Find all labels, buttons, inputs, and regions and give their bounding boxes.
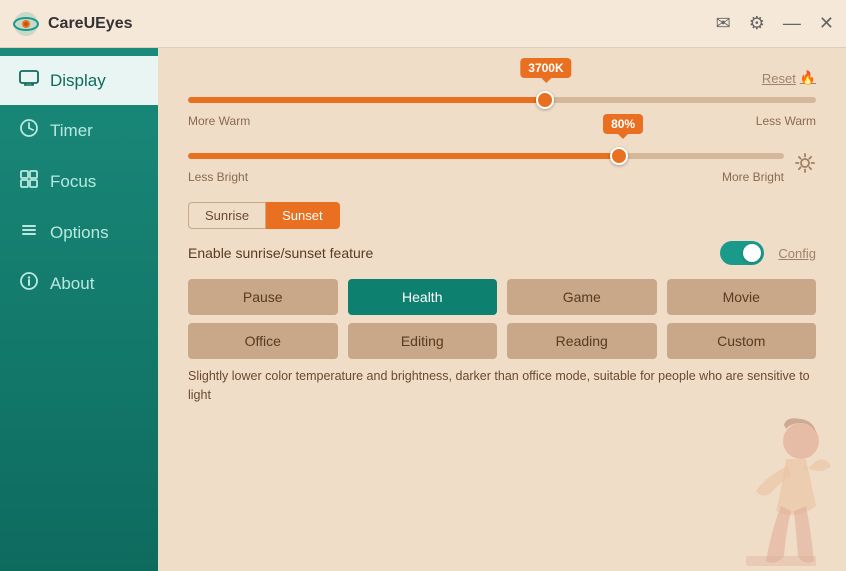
options-icon bbox=[18, 221, 40, 244]
reset-icon: 🔥 bbox=[800, 70, 816, 86]
sunrise-tabs: Sunrise Sunset bbox=[188, 202, 816, 229]
reset-button[interactable]: Reset 🔥 bbox=[762, 70, 816, 86]
sidebar-options-label: Options bbox=[50, 223, 109, 243]
title-bar: CareUEyes ✉ ⚙ — ✕ bbox=[0, 0, 846, 48]
close-icon[interactable]: ✕ bbox=[819, 13, 834, 34]
bright-tooltip: 80% bbox=[603, 114, 643, 134]
more-warm-label: More Warm bbox=[188, 114, 250, 128]
sunrise-tab[interactable]: Sunrise bbox=[188, 202, 266, 229]
mail-icon[interactable]: ✉ bbox=[716, 13, 731, 34]
mode-btn-editing[interactable]: Editing bbox=[348, 323, 498, 359]
sidebar-item-focus[interactable]: Focus bbox=[0, 156, 158, 207]
bright-slider-wrap: 80% Less Bright More Bright bbox=[188, 146, 784, 184]
reset-label: Reset bbox=[762, 71, 796, 86]
mode-description: Slightly lower color temperature and bri… bbox=[188, 367, 816, 405]
mode-btn-movie[interactable]: Movie bbox=[667, 279, 817, 315]
temp-slider-container: 3700K bbox=[188, 90, 816, 108]
settings-icon[interactable]: ⚙ bbox=[749, 13, 765, 34]
temperature-slider[interactable] bbox=[188, 97, 816, 103]
bright-slider-container: 80% bbox=[188, 146, 784, 164]
mode-btn-health[interactable]: Health bbox=[348, 279, 498, 315]
sidebar-focus-label: Focus bbox=[50, 172, 96, 192]
sidebar-timer-label: Timer bbox=[50, 121, 93, 141]
temp-labels: More Warm Less Warm bbox=[188, 114, 816, 128]
sunrise-section: Sunrise Sunset Enable sunrise/sunset fea… bbox=[188, 202, 816, 265]
sidebar-item-about[interactable]: About bbox=[0, 258, 158, 309]
temp-label-row: Reset 🔥 bbox=[188, 70, 816, 86]
sidebar: Display Timer Focus Options About bbox=[0, 48, 158, 571]
temperature-section: Reset 🔥 3700K More Warm Less Warm bbox=[188, 70, 816, 128]
minimize-icon[interactable]: — bbox=[783, 13, 801, 34]
brightness-section: 80% Less Bright More Bright bbox=[188, 146, 816, 184]
brightness-slider[interactable] bbox=[188, 153, 784, 159]
mode-btn-pause[interactable]: Pause bbox=[188, 279, 338, 315]
feature-label: Enable sunrise/sunset feature bbox=[188, 245, 373, 261]
title-bar-controls: ✉ ⚙ — ✕ bbox=[716, 13, 834, 34]
brightness-row: 80% Less Bright More Bright bbox=[188, 146, 816, 184]
decorative-figure bbox=[726, 411, 846, 571]
sunrise-toggle[interactable] bbox=[720, 241, 764, 265]
less-bright-label: Less Bright bbox=[188, 170, 248, 184]
brightness-icon bbox=[794, 152, 816, 179]
mode-btn-custom[interactable]: Custom bbox=[667, 323, 817, 359]
display-icon bbox=[18, 70, 40, 91]
bright-labels: Less Bright More Bright bbox=[188, 170, 784, 184]
less-warm-label: Less Warm bbox=[756, 114, 816, 128]
config-link[interactable]: Config bbox=[778, 246, 816, 261]
sidebar-item-options[interactable]: Options bbox=[0, 207, 158, 258]
sidebar-about-label: About bbox=[50, 274, 94, 294]
timer-icon bbox=[18, 119, 40, 142]
mode-btn-game[interactable]: Game bbox=[507, 279, 657, 315]
main-layout: Display Timer Focus Options About bbox=[0, 48, 846, 571]
content-area: Reset 🔥 3700K More Warm Less Warm 80% bbox=[158, 48, 846, 571]
app-logo-icon bbox=[12, 10, 40, 38]
more-bright-label: More Bright bbox=[722, 170, 784, 184]
app-name-label: CareUEyes bbox=[48, 15, 133, 33]
temp-tooltip: 3700K bbox=[520, 58, 571, 78]
mode-buttons-section: Pause Health Game Movie Office Editing R… bbox=[188, 279, 816, 359]
mode-btn-reading[interactable]: Reading bbox=[507, 323, 657, 359]
sidebar-item-timer[interactable]: Timer bbox=[0, 105, 158, 156]
feature-right: Config bbox=[720, 241, 816, 265]
sidebar-item-display[interactable]: Display bbox=[0, 56, 158, 105]
app-title-left: CareUEyes bbox=[12, 10, 133, 38]
about-icon bbox=[18, 272, 40, 295]
sunset-tab[interactable]: Sunset bbox=[266, 202, 339, 229]
sidebar-display-label: Display bbox=[50, 71, 106, 91]
mode-row-1: Pause Health Game Movie bbox=[188, 279, 816, 315]
mode-btn-office[interactable]: Office bbox=[188, 323, 338, 359]
focus-icon bbox=[18, 170, 40, 193]
feature-toggle-row: Enable sunrise/sunset feature Config bbox=[188, 241, 816, 265]
mode-row-2: Office Editing Reading Custom bbox=[188, 323, 816, 359]
